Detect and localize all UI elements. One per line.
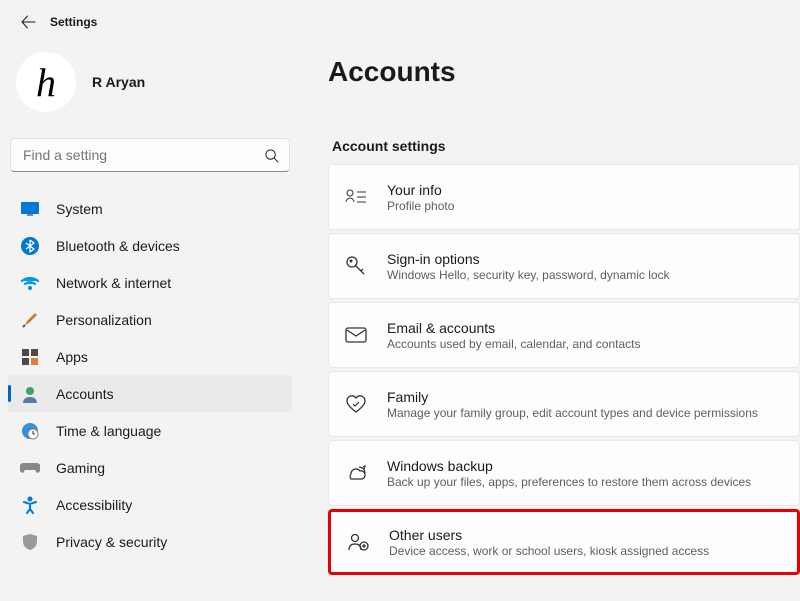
sidebar-item-label: Gaming	[56, 460, 105, 476]
backup-icon	[345, 462, 367, 484]
sidebar-item-label: Privacy & security	[56, 534, 167, 550]
titlebar: Settings	[0, 0, 800, 44]
avatar: h	[16, 52, 76, 112]
sidebar-item-accessibility[interactable]: Accessibility	[8, 486, 292, 523]
card-windows-backup[interactable]: Windows backup Back up your files, apps,…	[328, 440, 800, 506]
nav-list: System Bluetooth & devices Network & int…	[8, 190, 292, 560]
card-subtitle: Device access, work or school users, kio…	[389, 544, 709, 558]
card-title: Windows backup	[387, 458, 751, 474]
card-other-users[interactable]: Other users Device access, work or schoo…	[328, 509, 800, 575]
search-input[interactable]	[11, 147, 253, 163]
sidebar-item-accounts[interactable]: Accounts	[8, 375, 292, 412]
paintbrush-icon	[20, 310, 40, 330]
back-button[interactable]	[8, 2, 48, 42]
page-title: Accounts	[328, 56, 800, 88]
card-signin-options[interactable]: Sign-in options Windows Hello, security …	[328, 233, 800, 299]
card-subtitle: Back up your files, apps, preferences to…	[387, 475, 751, 489]
search-icon	[264, 148, 279, 163]
card-subtitle: Accounts used by email, calendar, and co…	[387, 337, 640, 351]
card-title: Email & accounts	[387, 320, 640, 336]
card-your-info[interactable]: Your info Profile photo	[328, 164, 800, 230]
sidebar-item-label: Accounts	[56, 386, 114, 402]
sidebar-item-label: System	[56, 201, 103, 217]
sidebar-item-label: Time & language	[56, 423, 161, 439]
system-icon	[20, 199, 40, 219]
card-subtitle: Manage your family group, edit account t…	[387, 406, 758, 420]
sidebar-item-gaming[interactable]: Gaming	[8, 449, 292, 486]
search-button[interactable]	[253, 148, 289, 163]
card-email-accounts[interactable]: Email & accounts Accounts used by email,…	[328, 302, 800, 368]
profile-name: R Aryan	[92, 74, 145, 90]
sidebar-item-label: Apps	[56, 349, 88, 365]
sidebar-item-privacy[interactable]: Privacy & security	[8, 523, 292, 560]
family-icon	[345, 393, 367, 415]
shield-icon	[20, 532, 40, 552]
apps-icon	[20, 347, 40, 367]
sidebar-item-network[interactable]: Network & internet	[8, 264, 292, 301]
sidebar-item-label: Network & internet	[56, 275, 171, 291]
sidebar-item-system[interactable]: System	[8, 190, 292, 227]
card-title: Family	[387, 389, 758, 405]
titlebar-title: Settings	[50, 15, 97, 29]
card-title: Your info	[387, 182, 454, 198]
card-title: Other users	[389, 527, 709, 543]
arrow-left-icon	[20, 14, 36, 30]
your-info-icon	[345, 186, 367, 208]
sidebar-item-label: Personalization	[56, 312, 152, 328]
sidebar-item-time-language[interactable]: Time & language	[8, 412, 292, 449]
other-users-icon	[347, 531, 369, 553]
profile-block[interactable]: h R Aryan	[8, 44, 292, 120]
globe-clock-icon	[20, 421, 40, 441]
bluetooth-icon	[20, 236, 40, 256]
sidebar: h R Aryan System Bluetooth & devices	[0, 44, 300, 601]
sidebar-item-apps[interactable]: Apps	[8, 338, 292, 375]
card-family[interactable]: Family Manage your family group, edit ac…	[328, 371, 800, 437]
card-subtitle: Profile photo	[387, 199, 454, 213]
mail-icon	[345, 324, 367, 346]
wifi-icon	[20, 273, 40, 293]
key-icon	[345, 255, 367, 277]
gamepad-icon	[20, 458, 40, 478]
sidebar-item-personalization[interactable]: Personalization	[8, 301, 292, 338]
accounts-icon	[20, 384, 40, 404]
card-list: Your info Profile photo Sign-in options …	[328, 164, 800, 575]
sidebar-item-bluetooth[interactable]: Bluetooth & devices	[8, 227, 292, 264]
main-content: Accounts Account settings Your info Prof…	[300, 44, 800, 601]
search-box[interactable]	[10, 138, 290, 172]
accessibility-icon	[20, 495, 40, 515]
section-header: Account settings	[332, 138, 800, 154]
card-subtitle: Windows Hello, security key, password, d…	[387, 268, 670, 282]
sidebar-item-label: Accessibility	[56, 497, 132, 513]
sidebar-item-label: Bluetooth & devices	[56, 238, 180, 254]
card-title: Sign-in options	[387, 251, 670, 267]
